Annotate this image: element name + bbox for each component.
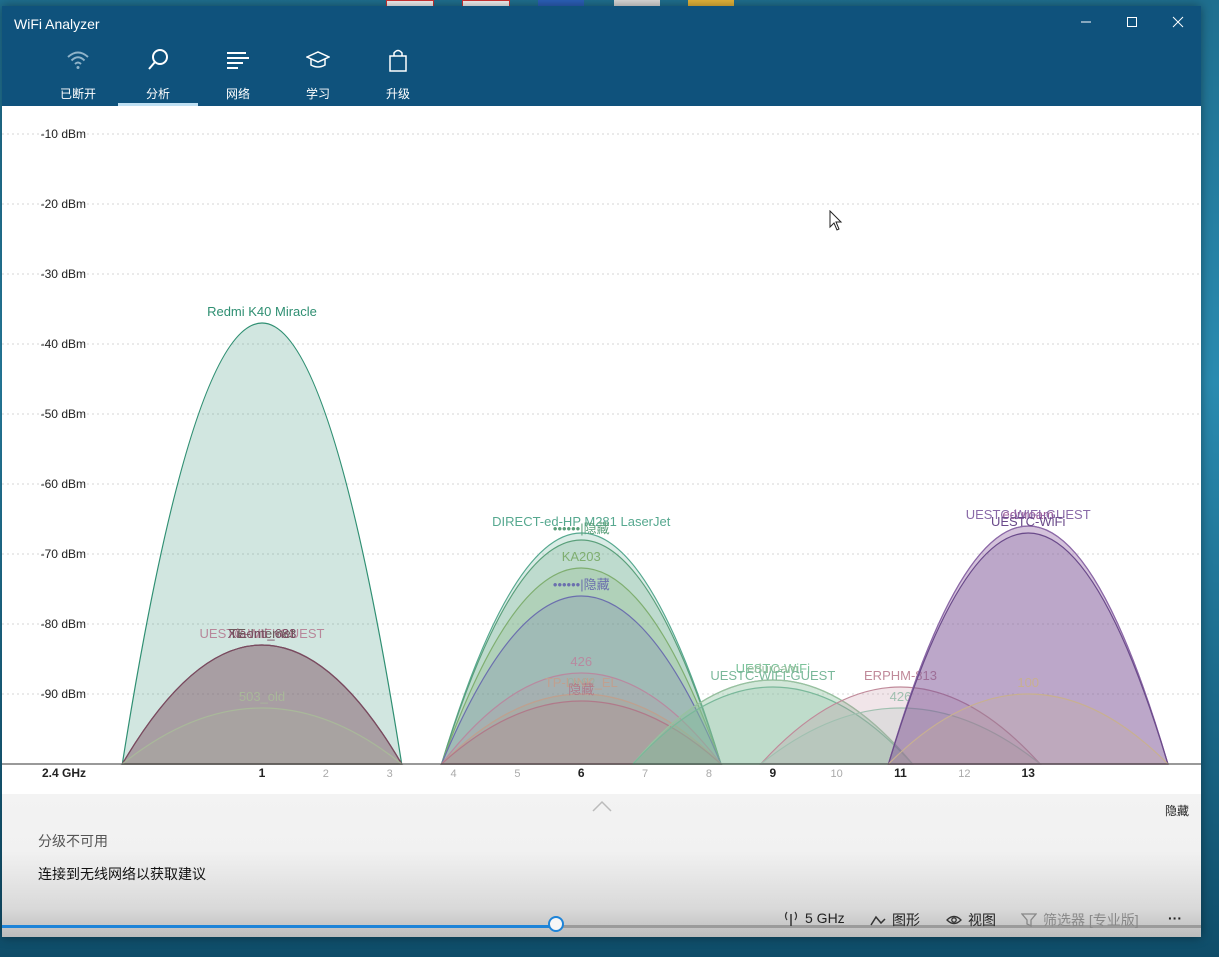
channel-chart: -10 dBm -20 dBm -30 dBm -40 dBm -50 dBm -60 d… bbox=[2, 127, 1201, 780]
nav-item-networks[interactable]: 网络 bbox=[198, 42, 278, 106]
y-tick-label: -80 dBm bbox=[41, 617, 86, 631]
band-label: 2.4 GHz bbox=[42, 766, 86, 780]
y-tick-label: -30 dBm bbox=[41, 267, 86, 281]
bottom-panel: 隐藏 分级不可用 连接到无线网络以获取建议 5 GHz 图形 视图 筛选器 [专… bbox=[2, 794, 1201, 937]
mouse-cursor-icon bbox=[829, 210, 843, 231]
minimize-icon bbox=[1081, 21, 1091, 23]
search-icon bbox=[148, 49, 168, 70]
maximize-button[interactable] bbox=[1109, 10, 1155, 38]
nav-item-analyze[interactable]: 分析 bbox=[118, 42, 198, 106]
close-icon bbox=[1172, 16, 1184, 28]
advice-text: 连接到无线网络以获取建议 bbox=[38, 866, 206, 882]
signal-slider-fill bbox=[2, 925, 558, 928]
eye-icon bbox=[946, 915, 962, 925]
antenna-icon bbox=[784, 911, 798, 926]
view-button[interactable]: 视图 bbox=[946, 910, 996, 930]
network-label: ••••••|隐藏 bbox=[553, 577, 610, 592]
graph-label: 图形 bbox=[892, 912, 920, 928]
network-label: Xiaomi_683 bbox=[228, 626, 297, 641]
wifi-icon bbox=[67, 51, 89, 69]
x-tick-label: 1 bbox=[259, 766, 266, 780]
nav-item-label: 已断开 bbox=[59, 87, 96, 101]
list-icon bbox=[227, 52, 249, 69]
nav-item-label: 学习 bbox=[305, 87, 330, 101]
close-button[interactable] bbox=[1155, 10, 1201, 38]
y-tick-label: -90 dBm bbox=[41, 687, 86, 701]
hide-panel-link[interactable]: 隐藏 bbox=[1165, 802, 1189, 819]
x-tick-label: 13 bbox=[1022, 766, 1036, 780]
nav-item-learn[interactable]: 学习 bbox=[278, 42, 358, 106]
y-tick-label: -50 dBm bbox=[41, 407, 86, 421]
nav-item-disconnected[interactable]: 已断开 bbox=[38, 42, 118, 106]
x-tick-label: 11 bbox=[894, 766, 907, 780]
maximize-icon bbox=[1127, 17, 1137, 27]
network-label: UESTC-WiFi bbox=[991, 514, 1065, 529]
x-tick-label: 12 bbox=[958, 768, 970, 780]
network-label: 503_old bbox=[239, 689, 285, 704]
minimize-button[interactable] bbox=[1063, 10, 1109, 38]
nav-item-upgrade[interactable]: 升级 bbox=[358, 42, 438, 106]
x-tick-label: 4 bbox=[450, 768, 456, 780]
network-label: Redmi K40 Miracle bbox=[207, 304, 317, 319]
view-label: 视图 bbox=[968, 912, 996, 928]
x-tick-label: 3 bbox=[387, 768, 393, 780]
x-tick-label: 10 bbox=[831, 768, 843, 780]
y-tick-label: -20 dBm bbox=[41, 197, 86, 211]
x-tick-label: 8 bbox=[706, 768, 712, 780]
network-label: 100 bbox=[1017, 675, 1039, 690]
rating-text: 分级不可用 bbox=[38, 833, 108, 849]
x-tick-label: 2 bbox=[323, 768, 329, 780]
graph-button[interactable]: 图形 bbox=[870, 910, 920, 930]
app-window: WiFi Analyzer 已断开 分析 网络 学习 升级 -10 dBm -2… bbox=[2, 6, 1201, 937]
band-toggle-label: 5 GHz bbox=[805, 910, 845, 926]
x-tick-label: 6 bbox=[578, 766, 585, 780]
filter-button[interactable]: 筛选器 [专业版] bbox=[1020, 910, 1139, 930]
navigation-bar: 已断开 分析 网络 学习 升级 bbox=[2, 42, 1201, 106]
y-tick-label: -40 dBm bbox=[41, 337, 86, 351]
shopping-bag-icon bbox=[389, 49, 407, 72]
network-label: 426 bbox=[570, 654, 592, 669]
title-bar: WiFi Analyzer bbox=[2, 6, 1201, 42]
nav-item-label: 网络 bbox=[225, 87, 250, 101]
x-tick-label: 5 bbox=[514, 768, 520, 780]
x-tick-label: 9 bbox=[769, 766, 776, 780]
graduation-cap-icon bbox=[306, 51, 330, 68]
chevron-up-icon[interactable] bbox=[592, 800, 612, 812]
x-tick-label: 7 bbox=[642, 768, 648, 780]
network-label: ••••••|隐藏 bbox=[553, 521, 610, 536]
y-tick-label: -60 dBm bbox=[41, 477, 86, 491]
y-tick-label: -10 dBm bbox=[41, 127, 86, 141]
more-button[interactable]: ··· bbox=[1168, 910, 1182, 926]
band-toggle-button[interactable]: 5 GHz bbox=[783, 910, 845, 926]
nav-item-label: 分析 bbox=[145, 87, 170, 101]
network-label: 隐藏 bbox=[568, 682, 594, 697]
nav-item-label: 升级 bbox=[385, 87, 410, 101]
y-tick-label: -70 dBm bbox=[41, 547, 86, 561]
filter-icon bbox=[1020, 913, 1038, 928]
filter-label: 筛选器 [专业版] bbox=[1043, 912, 1139, 928]
window-title: WiFi Analyzer bbox=[14, 16, 100, 32]
signal-slider-thumb[interactable] bbox=[548, 916, 564, 932]
network-label: UESTC-WIFI-GUEST bbox=[710, 668, 835, 683]
graph-icon bbox=[870, 915, 886, 926]
network-label: KA203 bbox=[562, 549, 601, 564]
